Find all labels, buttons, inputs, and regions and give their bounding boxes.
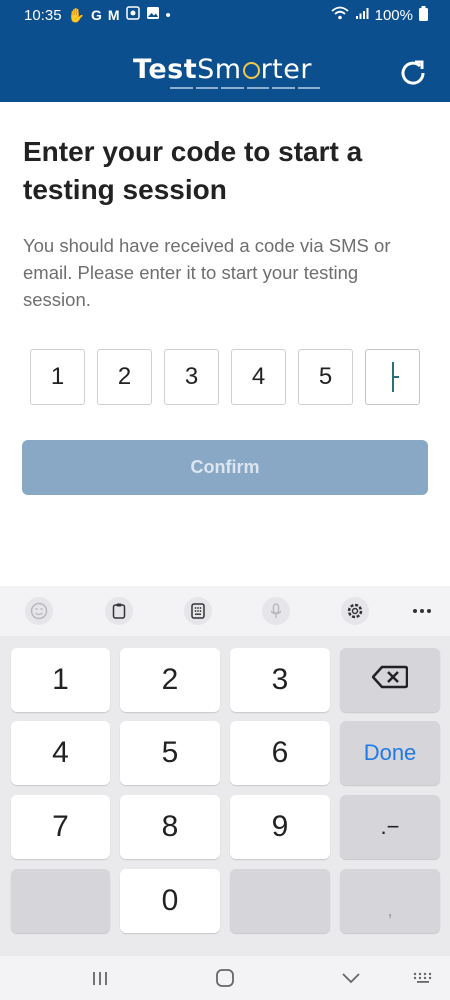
recent-apps-icon[interactable] [87,966,113,990]
microphone-icon[interactable] [262,597,290,625]
back-icon[interactable] [338,966,364,990]
home-icon[interactable] [212,966,238,990]
battery-text: 100% [374,6,413,24]
page-title: Enter your code to start a testing sessi… [23,136,363,205]
refresh-icon[interactable] [398,58,428,88]
lightbulb-icon [242,62,260,79]
keyboard-switch-icon[interactable] [410,966,436,990]
page-subtitle: You should have received a code via SMS … [23,235,391,310]
google-icon: G [90,7,102,23]
code-input-row: 1 2 3 4 5 [30,349,420,405]
code-digit-3[interactable]: 3 [164,349,219,405]
key-2[interactable]: 2 [120,648,220,712]
code-digit-5[interactable]: 5 [298,349,353,405]
clipboard-icon[interactable] [105,597,133,625]
status-time: 10:35 [24,6,62,24]
keyboard-toolbar [0,586,450,636]
backspace-icon [371,663,409,697]
testsmarter-logo: TestSm rter [133,54,312,85]
confirm-button[interactable]: Confirm [22,440,428,495]
blank-key-right [230,869,330,933]
key-0[interactable]: 0 [120,869,220,933]
code-digit-6[interactable] [365,349,420,405]
battery-icon [419,5,428,25]
keypad-icon[interactable] [184,597,212,625]
key-4[interactable]: 4 [11,721,110,785]
key-7[interactable]: 7 [11,795,110,859]
gear-icon[interactable] [341,597,369,625]
more-icon[interactable] [408,597,436,625]
key-8[interactable]: 8 [120,795,220,859]
wifi-icon [331,6,349,24]
image-icon [146,6,160,24]
logo-text-rter: rter [260,54,312,85]
key-9[interactable]: 9 [230,795,330,859]
gmail-icon: M [107,7,120,23]
navigation-bar [0,956,450,1000]
notification-dot-icon: • [165,6,171,24]
numeric-keyboard: 1 2 3 4 5 6 Done 7 8 9 .− 0 , [0,636,450,956]
signal-icon [355,6,369,24]
logo-tagline [170,87,320,91]
hand-icon: ✋ [67,6,85,23]
key-5[interactable]: 5 [120,721,220,785]
backspace-key[interactable] [340,648,440,712]
status-bar: 10:35 ✋ G M • 100% [0,0,450,30]
code-digit-2[interactable]: 2 [97,349,152,405]
comma-key[interactable]: , [340,869,440,933]
logo-text-test: Test [133,54,198,85]
period-minus-key[interactable]: .− [340,795,440,859]
code-digit-4[interactable]: 4 [231,349,286,405]
key-3[interactable]: 3 [230,648,330,712]
emoji-icon[interactable] [25,597,53,625]
text-cursor [391,362,399,392]
key-6[interactable]: 6 [230,721,330,785]
blank-key-left [11,869,110,933]
logo-text-sm: Sm [197,54,242,85]
code-digit-1[interactable]: 1 [30,349,85,405]
outlook-icon [125,6,140,24]
key-1[interactable]: 1 [11,648,110,712]
done-key[interactable]: Done [340,721,440,785]
